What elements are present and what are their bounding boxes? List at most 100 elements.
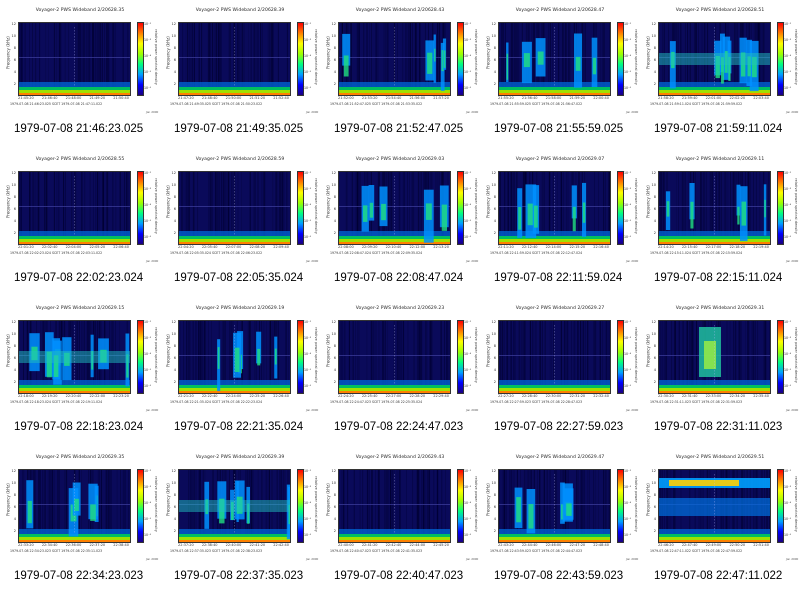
corner-note: Jan 2000 (626, 110, 639, 114)
y-tick-label: 4 (173, 368, 176, 372)
x-tick-label: 22:34:20 (729, 394, 746, 398)
time-range-info: 1979-07-08 21:46:23.025 SCET 1979-07-08 … (10, 102, 103, 106)
y-tick-label: 8 (173, 493, 176, 497)
spectrogram-plot (338, 171, 451, 245)
y-tick-label: 6 (653, 356, 656, 360)
x-axis-ticks: 21:58:20 21:59:40 22:01:00 22:02:20 22:03:40 (658, 96, 769, 100)
colorbar-tick-label: 10⁻⁴ (624, 352, 632, 356)
spectrogram-plot (178, 320, 291, 394)
timestamp-caption[interactable]: 1979-07-08 21:49:35.025 (174, 123, 303, 135)
timestamp-caption[interactable]: 1979-07-08 22:27:59.023 (494, 421, 623, 433)
colorbar (777, 22, 784, 96)
thumbnail-grid: Voyager-2 PWS Wideband 2/20628.35 Frequen… (0, 0, 800, 596)
spectrogram-panel[interactable]: Voyager-2 PWS Wideband 2/20629.11 Frequen… (640, 149, 800, 298)
y-axis-ticks: 12 10 8 6 4 2 (328, 320, 336, 390)
y-tick-label: 10 (651, 183, 656, 187)
plot-title: Voyager-2 PWS Wideband 2/20628.59 (195, 157, 285, 162)
spectrogram-panel[interactable]: Voyager-2 PWS Wideband 2/20629.47 Frequen… (480, 447, 640, 596)
spectrogram-panel[interactable]: Voyager-2 PWS Wideband 2/20628.35 Frequen… (0, 0, 160, 149)
time-range-info: 1979-07-08 22:31:11.023 SCET 1979-07-08 … (650, 400, 743, 404)
colorbar-tick-label: 10⁻³ (464, 187, 472, 191)
timestamp-caption[interactable]: 1979-07-08 22:24:47.023 (334, 421, 463, 433)
plot-title: Voyager-2 PWS Wideband 2/20629.15 (35, 306, 125, 311)
spectrogram-panel[interactable]: Voyager-2 PWS Wideband 2/20629.51 Frequen… (640, 447, 800, 596)
spectrogram-panel[interactable]: Voyager-2 PWS Wideband 2/20628.51 Frequen… (640, 0, 800, 149)
y-tick-label: 4 (173, 219, 176, 223)
colorbar-label: relative power spectral density (793, 476, 798, 532)
colorbar-tick-label: 10⁻² (784, 171, 792, 175)
spectrogram-panel[interactable]: Voyager-2 PWS Wideband 2/20629.39 Frequen… (160, 447, 320, 596)
time-range-info: 1979-07-08 22:15:11.024 SCET 1979-07-08 … (650, 251, 743, 255)
spectrogram-panel[interactable]: Voyager-2 PWS Wideband 2/20629.35 Frequen… (0, 447, 160, 596)
x-tick-label: 22:25:20 (249, 394, 266, 398)
timestamp-caption[interactable]: 1979-07-08 22:47:11.022 (654, 570, 782, 582)
y-tick-label: 12 (331, 171, 336, 175)
spectrogram-panel[interactable]: Voyager-2 PWS Wideband 2/20629.07 Frequen… (480, 149, 640, 298)
colorbar-tick-label: 10⁻⁵ (304, 219, 312, 223)
colorbar-tick-label: 10⁻⁴ (464, 501, 472, 505)
x-tick-label: 22:08:20 (249, 245, 266, 249)
x-tick-label: 22:12:40 (521, 245, 538, 249)
timestamp-caption[interactable]: 1979-07-08 22:34:23.023 (14, 570, 143, 582)
spectrogram-image (499, 172, 610, 244)
y-tick-label: 12 (651, 171, 656, 175)
corner-note: Jan 2000 (306, 259, 319, 263)
spectrogram-panel[interactable]: Voyager-2 PWS Wideband 2/20628.47 Frequen… (480, 0, 640, 149)
time-range-info: 1979-07-08 21:49:35.025 SCET 1979-07-08 … (170, 102, 263, 106)
timestamp-caption[interactable]: 1979-07-08 22:05:35.024 (174, 272, 303, 284)
x-tick-label: 22:31:40 (681, 394, 698, 398)
timestamp-caption[interactable]: 1979-07-08 22:08:47.024 (334, 272, 463, 284)
spectrogram-image (339, 470, 450, 542)
corner-note: Jan 2000 (146, 110, 159, 114)
y-axis-ticks: 12 10 8 6 4 2 (8, 171, 16, 241)
spectrogram-panel[interactable]: Voyager-2 PWS Wideband 2/20628.59 Frequen… (160, 149, 320, 298)
x-tick-label: 21:47:20 (178, 96, 194, 100)
timestamp-caption[interactable]: 1979-07-08 22:37:35.023 (174, 570, 303, 582)
spectrogram-panel[interactable]: Voyager-2 PWS Wideband 2/20628.39 Frequen… (160, 0, 320, 149)
x-tick-label: 22:18:00 (18, 394, 34, 398)
timestamp-caption[interactable]: 1979-07-08 21:59:11.024 (654, 123, 782, 135)
timestamp-caption[interactable]: 1979-07-08 21:52:47.025 (334, 123, 463, 135)
colorbar-ticks: 10⁻² 10⁻³ 10⁻⁴ 10⁻⁵ 10⁻⁶ (144, 469, 154, 541)
y-tick-label: 12 (171, 320, 176, 324)
spectrogram-panel[interactable]: Voyager-2 PWS Wideband 2/20629.15 Frequen… (0, 298, 160, 447)
spectrogram-panel[interactable]: Voyager-2 PWS Wideband 2/20629.23 Frequen… (320, 298, 480, 447)
colorbar-ticks: 10⁻² 10⁻³ 10⁻⁴ 10⁻⁵ 10⁻⁶ (784, 469, 794, 541)
timestamp-caption[interactable]: 1979-07-08 22:02:23.024 (14, 272, 143, 284)
x-axis-ticks: 21:45:20 21:46:40 21:48:00 21:49:20 21:50:40 (18, 96, 129, 100)
spectrogram-panel[interactable]: Voyager-2 PWS Wideband 2/20629.03 Frequen… (320, 149, 480, 298)
colorbar-ticks: 10⁻² 10⁻³ 10⁻⁴ 10⁻⁵ 10⁻⁶ (304, 320, 314, 392)
timestamp-caption[interactable]: 1979-07-08 22:31:11.023 (654, 421, 782, 433)
corner-note: Jan 2000 (306, 557, 319, 561)
y-axis-ticks: 12 10 8 6 4 2 (168, 469, 176, 539)
colorbar-tick-label: 10⁻⁵ (144, 219, 152, 223)
y-axis-ticks: 12 10 8 6 4 2 (328, 22, 336, 92)
spectrogram-panel[interactable]: Voyager-2 PWS Wideband 2/20629.27 Frequen… (480, 298, 640, 447)
colorbar-tick-label: 10⁻⁴ (304, 203, 312, 207)
timestamp-caption[interactable]: 1979-07-08 22:43:59.023 (494, 570, 623, 582)
timestamp-caption[interactable]: 1979-07-08 22:21:35.024 (174, 421, 303, 433)
x-tick-label: 22:45:20 (433, 543, 449, 547)
spectrogram-panel[interactable]: Voyager-2 PWS Wideband 2/20629.43 Frequen… (320, 447, 480, 596)
timestamp-caption[interactable]: 1979-07-08 22:40:47.023 (334, 570, 463, 582)
timestamp-caption[interactable]: 1979-07-08 21:46:23.025 (14, 123, 143, 135)
y-tick-label: 6 (13, 356, 16, 360)
spectrogram-panel[interactable]: Voyager-2 PWS Wideband 2/20629.19 Frequen… (160, 298, 320, 447)
y-tick-label: 12 (11, 320, 16, 324)
timestamp-caption[interactable]: 1979-07-08 22:18:23.024 (14, 421, 143, 433)
spectrogram-panel[interactable]: Voyager-2 PWS Wideband 2/20628.55 Frequen… (0, 149, 160, 298)
x-tick-label: 22:37:20 (89, 543, 106, 547)
spectrogram-panel[interactable]: Voyager-2 PWS Wideband 2/20629.31 Frequen… (640, 298, 800, 447)
x-tick-label: 21:56:40 (521, 96, 538, 100)
spectrogram-panel[interactable]: Voyager-2 PWS Wideband 2/20628.43 Frequen… (320, 0, 480, 149)
timestamp-caption[interactable]: 1979-07-08 21:55:59.025 (494, 123, 623, 135)
timestamp-caption[interactable]: 1979-07-08 22:11:59.024 (494, 272, 622, 284)
time-range-info: 1979-07-08 21:59:11.024 SCET 1979-07-08 … (650, 102, 743, 106)
timestamp-caption[interactable]: 1979-07-08 22:15:11.024 (654, 272, 782, 284)
y-tick-label: 6 (493, 356, 496, 360)
colorbar-tick-label: 10⁻⁵ (624, 368, 632, 372)
y-tick-label: 8 (333, 195, 336, 199)
x-tick-label: 22:05:20 (89, 245, 106, 249)
y-tick-label: 2 (13, 380, 16, 384)
plot-title: Voyager-2 PWS Wideband 2/20628.47 (515, 8, 605, 13)
